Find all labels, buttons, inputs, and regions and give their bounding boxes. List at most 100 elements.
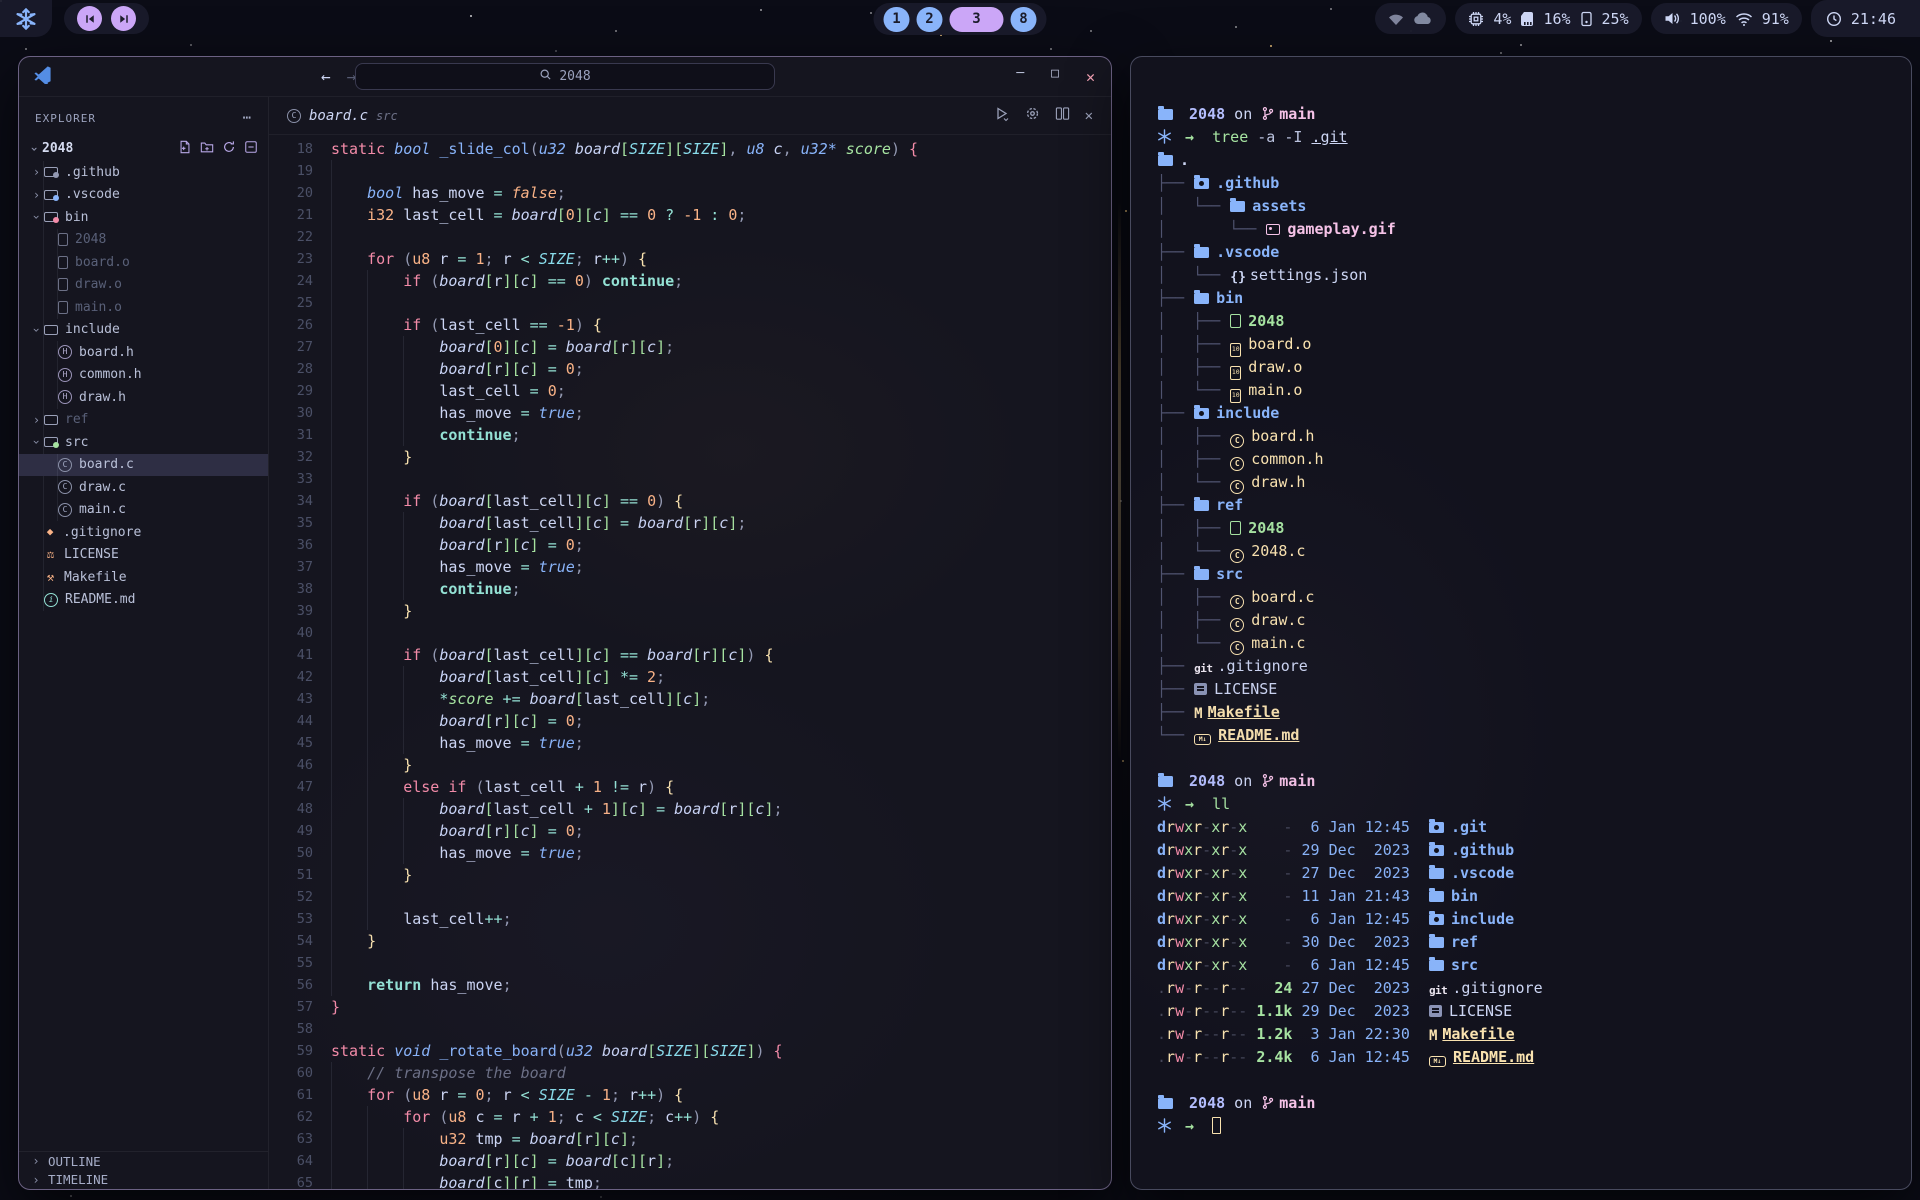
code-line-43[interactable]: 43*score += board[last_cell][c]; [269,688,1111,710]
explorer-item-include[interactable]: include [19,319,268,342]
run-file-button[interactable] [994,106,1010,126]
explorer-item-draw.o[interactable]: draw.o [19,274,268,297]
code-line-25[interactable]: 25 [269,292,1111,314]
refresh-button[interactable] [222,140,236,158]
workspace-1[interactable]: 1 [884,7,910,32]
code-line-36[interactable]: 36board[r][c] = 0; [269,534,1111,556]
explorer-item-README.md[interactable]: README.md [19,589,268,612]
workspace-2[interactable]: 2 [917,7,943,32]
new-file-button[interactable] [178,140,192,158]
outline-section[interactable]: OUTLINE [19,1151,268,1170]
code-line-53[interactable]: 53last_cell++; [269,908,1111,930]
code-line-35[interactable]: 35board[last_cell][c] = board[r][c]; [269,512,1111,534]
explorer-item-draw.h[interactable]: draw.h [19,386,268,409]
vscode-titlebar[interactable]: ← → 2048 ─ □ ✕ [19,57,1111,97]
code-line-20[interactable]: 20bool has_move = false; [269,182,1111,204]
timeline-section[interactable]: TIMELINE [19,1170,268,1189]
command-center-search[interactable]: 2048 [355,63,775,90]
explorer-root-folder[interactable]: 2048 [19,136,268,161]
gear-icon[interactable] [1025,106,1040,125]
explorer-item-.vscode[interactable]: .vscode [19,184,268,207]
split-editor-button[interactable] [1055,106,1070,125]
code-line-29[interactable]: 29last_cell = 0; [269,380,1111,402]
code-line-46[interactable]: 46} [269,754,1111,776]
close-editor-button[interactable]: ✕ [1085,108,1093,124]
code-line-34[interactable]: 34if (board[last_cell][c] == 0) { [269,490,1111,512]
explorer-item-main.c[interactable]: main.c [19,499,268,522]
explorer-item-board.o[interactable]: board.o [19,251,268,274]
code-line-51[interactable]: 51} [269,864,1111,886]
explorer-item-bin[interactable]: bin [19,206,268,229]
code-line-37[interactable]: 37has_move = true; [269,556,1111,578]
explorer-item-common.h[interactable]: common.h [19,364,268,387]
code-line-28[interactable]: 28board[r][c] = 0; [269,358,1111,380]
explorer-item-Makefile[interactable]: Makefile [19,566,268,589]
code-line-57[interactable]: 57} [269,996,1111,1018]
explorer-more-actions-button[interactable]: ⋯ [243,110,252,126]
explorer-item-board.c[interactable]: board.c [19,454,268,477]
line-number: 24 [269,270,313,292]
code-line-45[interactable]: 45has_move = true; [269,732,1111,754]
terminal-cursor[interactable] [1212,1117,1221,1134]
explorer-item-main.o[interactable]: main.o [19,296,268,319]
code-line-30[interactable]: 30has_move = true; [269,402,1111,424]
code-line-39[interactable]: 39} [269,600,1111,622]
new-folder-button[interactable] [200,140,214,158]
code-line-24[interactable]: 24if (board[r][c] == 0) continue; [269,270,1111,292]
code-line-32[interactable]: 32} [269,446,1111,468]
maximize-button[interactable]: □ [1051,66,1059,88]
code-line-44[interactable]: 44board[r][c] = 0; [269,710,1111,732]
code-line-61[interactable]: 61for (u8 r = 0; r < SIZE - 1; r++) { [269,1084,1111,1106]
nav-back-button[interactable]: ← [321,67,331,86]
code-line-49[interactable]: 49board[r][c] = 0; [269,820,1111,842]
code-line-47[interactable]: 47else if (last_cell + 1 != r) { [269,776,1111,798]
code-line-18[interactable]: 18static bool _slide_col(u32 board[SIZE]… [269,138,1111,160]
code-line-41[interactable]: 41if (board[last_cell][c] == board[r][c]… [269,644,1111,666]
media-next-button[interactable] [111,6,136,31]
explorer-item-2048[interactable]: 2048 [19,229,268,252]
code-line-64[interactable]: 64board[r][c] = board[c][r]; [269,1150,1111,1172]
code-line-38[interactable]: 38continue; [269,578,1111,600]
code-line-26[interactable]: 26if (last_cell == -1) { [269,314,1111,336]
file-icon [58,278,68,291]
terminal-list-line: drwxr-xr-x - 30 Dec 2023 ref [1157,931,1911,954]
code-line-55[interactable]: 55 [269,952,1111,974]
explorer-item-board.h[interactable]: board.h [19,341,268,364]
explorer-item-ref[interactable]: ref [19,409,268,432]
workspace-8[interactable]: 8 [1011,7,1037,32]
launcher-button[interactable] [0,0,52,37]
workspace-3[interactable]: 3 [950,7,1004,32]
media-prev-button[interactable] [77,6,102,31]
code-line-22[interactable]: 22 [269,226,1111,248]
code-line-56[interactable]: 56return has_move; [269,974,1111,996]
code-line-31[interactable]: 31continue; [269,424,1111,446]
code-editor[interactable]: 18static bool _slide_col(u32 board[SIZE]… [269,135,1111,1189]
explorer-item-LICENSE[interactable]: LICENSE [19,544,268,567]
explorer-item-.github[interactable]: .github [19,161,268,184]
terminal-window[interactable]: 2048 on main → tree -a -I .git.├── .gith… [1130,56,1912,1190]
code-line-50[interactable]: 50has_move = true; [269,842,1111,864]
code-line-59[interactable]: 59static void _rotate_board(u32 board[SI… [269,1040,1111,1062]
code-line-58[interactable]: 58 [269,1018,1111,1040]
code-line-60[interactable]: 60// transpose the board [269,1062,1111,1084]
explorer-item-draw.c[interactable]: draw.c [19,476,268,499]
close-button[interactable]: ✕ [1086,66,1095,88]
code-line-21[interactable]: 21i32 last_cell = board[0][c] == 0 ? -1 … [269,204,1111,226]
code-line-33[interactable]: 33 [269,468,1111,490]
code-line-48[interactable]: 48board[last_cell + 1][c] = board[r][c]; [269,798,1111,820]
explorer-item-.gitignore[interactable]: .gitignore [19,521,268,544]
code-line-27[interactable]: 27board[0][c] = board[r][c]; [269,336,1111,358]
code-line-52[interactable]: 52 [269,886,1111,908]
code-line-42[interactable]: 42board[last_cell][c] *= 2; [269,666,1111,688]
code-line-62[interactable]: 62for (u8 c = r + 1; c < SIZE; c++) { [269,1106,1111,1128]
tab-board-c[interactable]: board.c src [269,97,416,134]
code-line-40[interactable]: 40 [269,622,1111,644]
code-line-19[interactable]: 19 [269,160,1111,182]
explorer-item-src[interactable]: src [19,431,268,454]
code-line-65[interactable]: 65board[c][r] = tmp; [269,1172,1111,1189]
collapse-folders-button[interactable] [244,140,258,158]
code-line-63[interactable]: 63u32 tmp = board[r][c]; [269,1128,1111,1150]
code-line-54[interactable]: 54} [269,930,1111,952]
code-line-23[interactable]: 23for (u8 r = 1; r < SIZE; r++) { [269,248,1111,270]
minimize-button[interactable]: ─ [1016,66,1024,88]
